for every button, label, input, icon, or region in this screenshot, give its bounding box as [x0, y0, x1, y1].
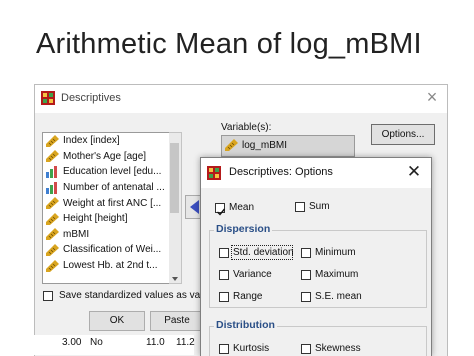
variable-label: Height [height] — [63, 213, 128, 225]
selected-variables-list[interactable]: log_mBMI — [221, 135, 355, 157]
std-deviation-label: Std. deviation — [233, 247, 294, 258]
variable-label: Number of antenatal ... — [63, 182, 165, 194]
source-variable-list[interactable]: Index [index] Mother's Age [age] Education… — [42, 132, 171, 284]
variance-checkbox[interactable] — [219, 270, 229, 280]
kurtosis-label: Kurtosis — [233, 343, 270, 354]
dialog-title: Descriptives — [61, 92, 121, 104]
data-cell: 3.00 — [62, 337, 82, 348]
mean-label: Mean — [229, 202, 255, 213]
scale-icon — [225, 139, 238, 151]
list-item[interactable]: Lowest Hb. at 2nd t... — [43, 258, 170, 274]
range-checkbox[interactable] — [219, 292, 229, 302]
variance-label: Variance — [233, 269, 272, 280]
variable-label: Mother's Age [age] — [63, 150, 147, 162]
variable-label: Weight at first ANC [... — [63, 197, 162, 209]
variables-label: Variable(s): — [221, 122, 272, 133]
minimum-label: Minimum — [315, 247, 356, 258]
dialog-titlebar: Descriptives × — [35, 85, 447, 113]
sum-label: Sum — [309, 201, 330, 212]
options-title: Descriptives: Options — [229, 166, 333, 178]
variable-label: mBMI — [63, 228, 90, 240]
list-item[interactable]: Education level [edu... — [43, 164, 170, 180]
options-dialog: Descriptives: Options ✕ Mean Sum Dispers… — [200, 157, 432, 356]
se-mean-checkbox[interactable] — [301, 292, 311, 302]
range-label: Range — [233, 291, 263, 302]
kurtosis-checkbox[interactable] — [219, 344, 229, 354]
checkmark-icon — [217, 208, 226, 216]
data-cell: 11.2 — [176, 337, 195, 348]
options-button-label: Options... — [381, 129, 425, 140]
skewness-label: Skewness — [315, 343, 361, 354]
close-icon[interactable]: ✕ — [405, 163, 423, 181]
minimum-checkbox[interactable] — [301, 248, 311, 258]
selected-variable-label: log_mBMI — [242, 139, 288, 151]
skewness-checkbox[interactable] — [301, 344, 311, 354]
list-item[interactable]: Classification of Wei... — [43, 242, 170, 258]
slide-title: Arithmetic Mean of log_mBMI — [36, 28, 422, 60]
variable-label: Index [index] — [63, 135, 120, 147]
scale-icon — [46, 134, 59, 147]
paste-button-label: Paste — [164, 315, 190, 326]
scrollbar-arrows-icon — [170, 143, 179, 281]
scale-icon — [46, 243, 59, 256]
close-icon[interactable]: × — [423, 88, 441, 106]
spss-app-icon — [41, 91, 55, 105]
scale-icon — [46, 259, 59, 272]
sum-checkbox[interactable] — [295, 202, 305, 212]
paste-button[interactable]: Paste — [150, 311, 204, 331]
scale-icon — [46, 150, 59, 163]
spss-app-icon — [207, 166, 221, 180]
ok-button[interactable]: OK — [89, 311, 145, 331]
ordinal-icon — [46, 181, 57, 194]
ok-button-label: OK — [109, 315, 125, 326]
variable-label: Education level [edu... — [63, 166, 162, 178]
scale-icon — [46, 197, 59, 210]
dispersion-group-title: Dispersion — [214, 223, 273, 235]
save-standardized-checkbox[interactable] — [43, 291, 53, 301]
list-item[interactable]: Number of antenatal ... — [43, 180, 170, 196]
data-cell: 11.0 — [146, 337, 165, 348]
options-titlebar: Descriptives: Options ✕ — [201, 158, 431, 188]
save-standardized-label: Save standardized values as var — [59, 290, 204, 301]
maximum-label: Maximum — [315, 269, 359, 280]
distribution-group-title: Distribution — [214, 319, 277, 331]
list-item[interactable]: Weight at first ANC [... — [43, 195, 170, 211]
scale-icon — [46, 228, 59, 241]
ordinal-icon — [46, 165, 57, 178]
list-item[interactable]: Mother's Age [age] — [43, 149, 170, 165]
list-item[interactable]: Index [index] — [43, 133, 170, 149]
variable-label: Lowest Hb. at 2nd t... — [63, 260, 158, 272]
scale-icon — [46, 212, 59, 225]
underlying-data-row: 3.00 No 11.0 11.2 — [34, 335, 195, 355]
maximum-checkbox[interactable] — [301, 270, 311, 280]
variable-label: Classification of Wei... — [63, 244, 162, 256]
std-deviation-checkbox[interactable] — [219, 248, 229, 258]
mean-checkbox[interactable] — [215, 203, 226, 216]
data-cell: No — [90, 337, 103, 348]
list-item[interactable]: mBMI — [43, 227, 170, 243]
list-item[interactable]: log_mBMI — [224, 139, 287, 151]
variable-list-scrollbar[interactable] — [169, 132, 182, 284]
list-item[interactable]: Height [height] — [43, 211, 170, 227]
options-button[interactable]: Options... — [371, 124, 435, 145]
se-mean-label: S.E. mean — [315, 291, 362, 302]
